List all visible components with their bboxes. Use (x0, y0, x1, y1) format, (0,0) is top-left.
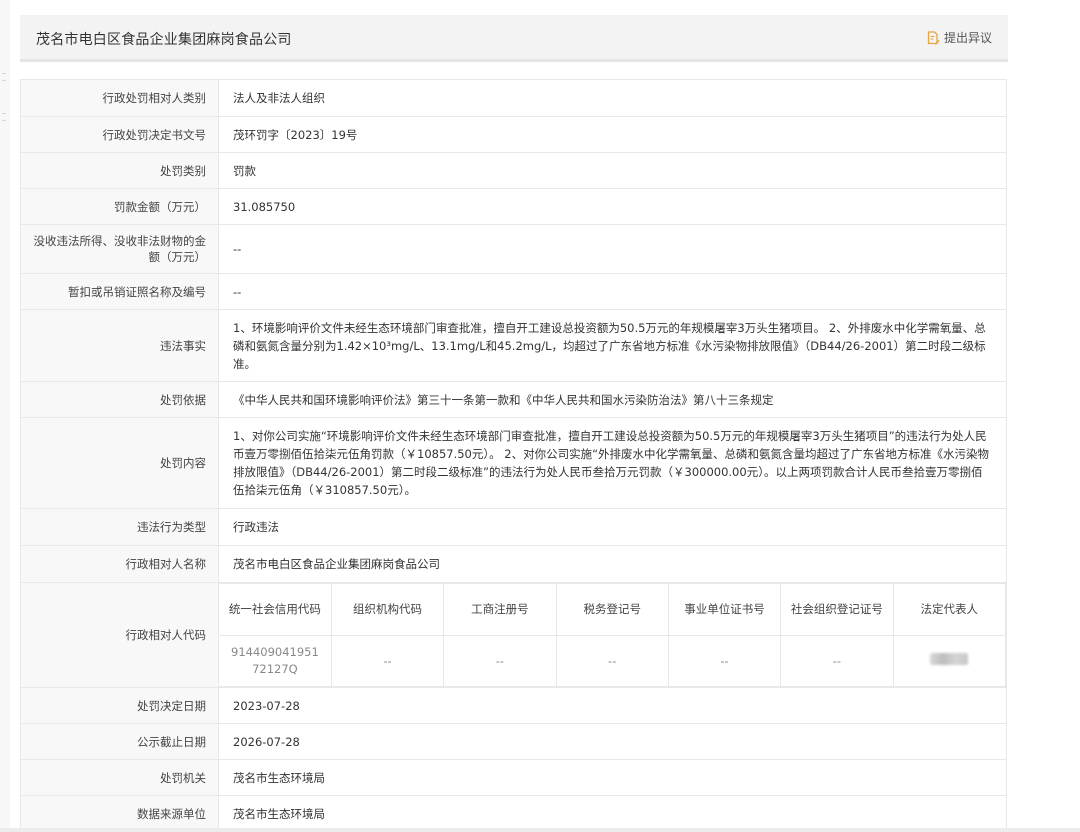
value-decision-date: 2023-07-28 (218, 687, 1007, 724)
value-doc-no: 茂环罚字〔2023〕19号 (218, 116, 1007, 153)
value-source: 茂名市生态环境局 (218, 795, 1007, 832)
code-header-credit: 统一社会信用代码 (219, 583, 332, 636)
label-basis: 处罚依据 (20, 381, 219, 418)
row-authority: 处罚机关 茂名市生态环境局 (20, 759, 1007, 796)
label-party-code: 行政相对人代码 (20, 582, 219, 688)
label-amount: 罚款金额（万元） (20, 188, 219, 225)
label-party-type: 行政处罚相对人类别 (20, 79, 219, 117)
row-amount: 罚款金额（万元） 31.085750 (20, 188, 1007, 225)
redacted-name (930, 652, 969, 665)
row-content: 处罚内容 1、对你公司实施“环境影响评价文件未经生态环境部门审查批准，擅自开工建… (20, 417, 1007, 509)
code-value-legal-rep (892, 635, 1007, 687)
code-value-social-org: -- (780, 635, 894, 687)
row-penalty-type: 处罚类别 罚款 (20, 152, 1007, 189)
objection-label: 提出异议 (943, 31, 992, 45)
row-party-type: 行政处罚相对人类别 法人及非法人组织 (20, 79, 1007, 117)
party-code-subtable: 统一社会信用代码 组织机构代码 工商注册号 税务登记号 事业单位证书号 社会组织… (219, 583, 1007, 687)
value-authority: 茂名市生态环境局 (218, 759, 1007, 796)
code-value-business: -- (443, 635, 557, 687)
row-confiscated: 没收违法所得、没收非法财物的金额（万元） -- (20, 224, 1007, 274)
value-basis: 《中华人民共和国环境影响评价法》第三十一条第一款和《中华人民共和国水污染防治法》… (218, 381, 1007, 418)
label-decision-date: 处罚决定日期 (20, 687, 219, 724)
label-violation-type: 违法行为类型 (20, 508, 219, 546)
code-header-institution: 事业单位证书号 (667, 583, 782, 636)
label-penalty-type: 处罚类别 (20, 152, 219, 189)
value-expiry-date: 2026-07-28 (218, 723, 1007, 760)
page-bottom-border (0, 828, 1080, 832)
row-violation-type: 违法行为类型 行政违法 (20, 508, 1007, 546)
value-facts: 1、环境影响评价文件未经生态环境部门审查批准，擅自开工建设总投资额为50.5万元… (218, 309, 1007, 382)
row-license: 暂扣或吊销证照名称及编号 -- (20, 273, 1007, 310)
value-party-type: 法人及非法人组织 (218, 79, 1007, 117)
code-value-credit: 914409041951 72127Q (219, 635, 332, 687)
row-basis: 处罚依据 《中华人民共和国环境影响评价法》第三十一条第一款和《中华人民共和国水污… (20, 381, 1007, 418)
row-doc-no: 行政处罚决定书文号 茂环罚字〔2023〕19号 (20, 116, 1007, 153)
value-amount: 31.085750 (218, 188, 1007, 225)
code-value-institution: -- (667, 635, 782, 687)
label-expiry-date: 公示截止日期 (20, 723, 219, 760)
party-code-cell: 统一社会信用代码 组织机构代码 工商注册号 税务登记号 事业单位证书号 社会组织… (218, 582, 1007, 688)
value-party-name: 茂名市电白区食品企业集团麻岗食品公司 (218, 545, 1007, 583)
code-value-tax: -- (555, 635, 669, 687)
row-party-code: 行政相对人代码 统一社会信用代码 组织机构代码 工商注册号 税务登记号 事业单位… (20, 582, 1007, 688)
code-value-org: -- (330, 635, 445, 687)
company-title: 茂名市电白区食品企业集团麻岗食品公司 (36, 32, 292, 48)
code-header-tax: 税务登记号 (555, 583, 669, 636)
code-header-social-org: 社会组织登记证号 (780, 583, 894, 636)
label-license: 暂扣或吊销证照名称及编号 (20, 273, 219, 310)
value-penalty-type: 罚款 (218, 152, 1007, 189)
code-header-row: 统一社会信用代码 组织机构代码 工商注册号 税务登记号 事业单位证书号 社会组织… (219, 583, 1007, 636)
label-facts: 违法事实 (20, 309, 219, 382)
value-license: -- (218, 273, 1007, 310)
value-violation-type: 行政违法 (218, 508, 1007, 546)
value-content: 1、对你公司实施“环境影响评价文件未经生态环境部门审查批准，擅自开工建设总投资额… (218, 417, 1007, 509)
row-decision-date: 处罚决定日期 2023-07-28 (20, 687, 1007, 724)
label-doc-no: 行政处罚决定书文号 (20, 116, 219, 153)
penalty-detail-table: 行政处罚相对人类别 法人及非法人组织 行政处罚决定书文号 茂环罚字〔2023〕1… (20, 79, 1007, 832)
page-header: 茂名市电白区食品企业集团麻岗食品公司 提出异议 (20, 15, 1008, 62)
document-edit-icon (927, 30, 940, 44)
row-party-name: 行政相对人名称 茂名市电白区食品企业集团麻岗食品公司 (20, 545, 1007, 583)
left-edge-strip (0, 0, 10, 832)
row-source: 数据来源单位 茂名市生态环境局 (20, 795, 1007, 832)
row-expiry-date: 公示截止日期 2026-07-28 (20, 723, 1007, 760)
label-content: 处罚内容 (20, 417, 219, 509)
objection-button[interactable]: 提出异议 (927, 29, 992, 46)
code-header-org: 组织机构代码 (330, 583, 445, 636)
code-value-row: 914409041951 72127Q -- -- -- -- -- (219, 635, 1007, 687)
label-authority: 处罚机关 (20, 759, 219, 796)
label-source: 数据来源单位 (20, 795, 219, 832)
row-facts: 违法事实 1、环境影响评价文件未经生态环境部门审查批准，擅自开工建设总投资额为5… (20, 309, 1007, 382)
code-header-legal-rep: 法定代表人 (892, 583, 1007, 636)
label-party-name: 行政相对人名称 (20, 545, 219, 583)
code-header-business: 工商注册号 (443, 583, 557, 636)
label-confiscated: 没收违法所得、没收非法财物的金额（万元） (20, 224, 219, 274)
value-confiscated: -- (218, 224, 1007, 274)
